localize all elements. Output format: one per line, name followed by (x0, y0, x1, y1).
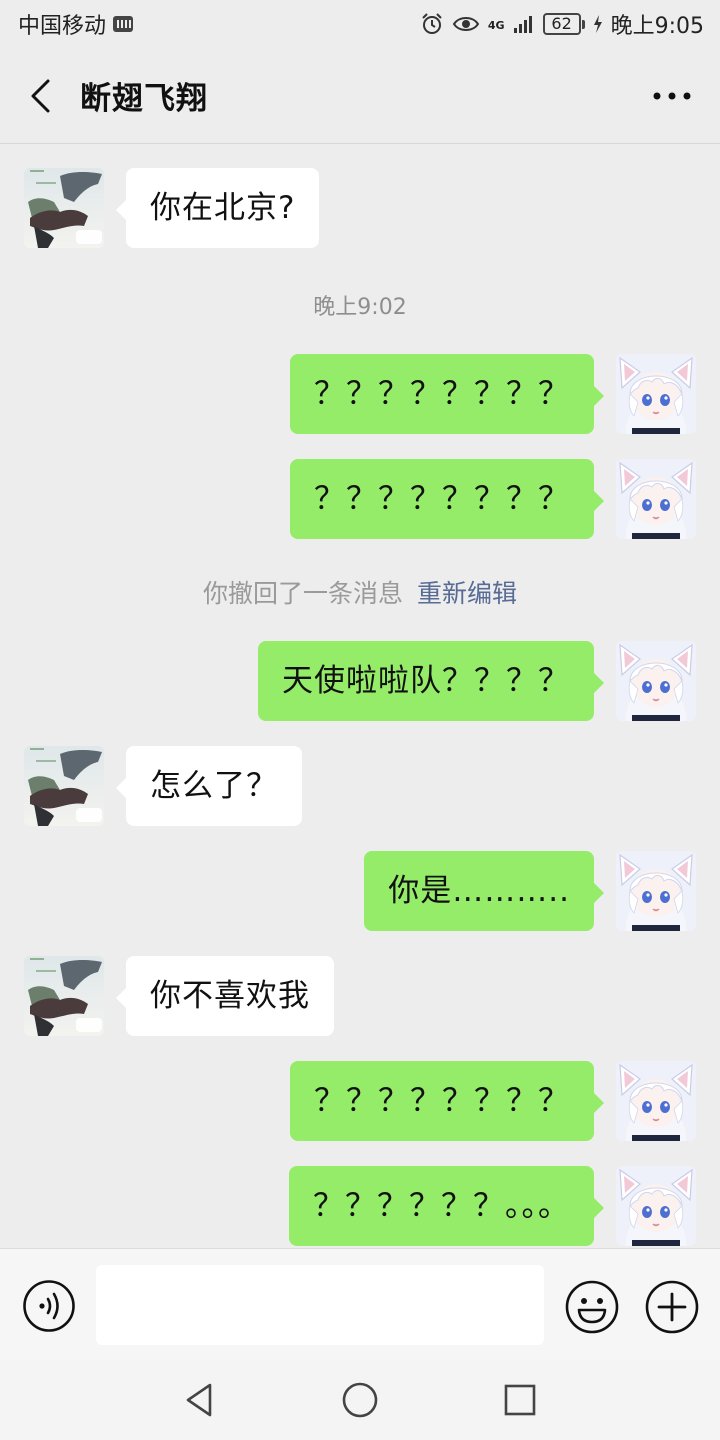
message-bubble[interactable]: 你是……….. (364, 851, 604, 931)
my-avatar[interactable] (616, 1061, 696, 1141)
status-bar: 中国移动 4G 62 晚上9:05 (0, 0, 720, 48)
recall-text: 你撤回了一条消息 (202, 579, 403, 608)
signal-icon (513, 16, 532, 33)
status-left: 中国移动 (18, 8, 134, 40)
contact-avatar[interactable] (24, 956, 104, 1036)
battery-indicator: 62 (542, 13, 585, 35)
message-sent: 天使啦啦队？？？？ (0, 641, 720, 723)
emoji-button[interactable] (564, 1279, 620, 1335)
contact-avatar[interactable] (24, 168, 104, 248)
battery-tip (581, 19, 585, 29)
my-avatar[interactable] (616, 354, 696, 434)
status-right: 4G 62 晚上9:05 (420, 8, 704, 40)
plus-icon (645, 1280, 699, 1334)
nav-home-button[interactable] (340, 1380, 380, 1420)
message-sent: ？？？？？？？？ (0, 1061, 720, 1143)
message-bubble[interactable]: 怎么了？ (116, 746, 302, 826)
message-bubble[interactable]: ？？？？？？。。。 (289, 1166, 604, 1246)
message-received: 你在北京? (0, 168, 720, 250)
carrier-name: 中国移动 (18, 14, 107, 39)
message-bubble[interactable]: 天使啦啦队？？？？ (258, 641, 604, 721)
network-type: 4G (487, 19, 505, 32)
chat-header: 断翅飞翔 (0, 48, 720, 144)
charging-icon (593, 15, 602, 33)
message-bubble[interactable]: 你不喜欢我 (116, 956, 334, 1036)
message-sent: ？？？？？？？？ (0, 354, 720, 436)
chat-title: 断翅飞翔 (80, 81, 208, 117)
nav-back-button[interactable] (180, 1380, 220, 1420)
reedit-link[interactable]: 重新编辑 (417, 579, 517, 608)
nav-recents-icon (504, 1384, 536, 1416)
my-avatar[interactable] (616, 1166, 696, 1246)
nav-recents-button[interactable] (500, 1380, 540, 1420)
chevron-left-icon (31, 79, 50, 112)
more-functions-button[interactable] (644, 1279, 700, 1335)
message-received: 你不喜欢我 (0, 956, 720, 1038)
message-bubble[interactable]: ？？？？？？？？ (290, 1061, 604, 1141)
message-received: 怎么了？ (0, 746, 720, 828)
message-timestamp: 晚上9:02 (313, 295, 407, 320)
recall-notice: 你撤回了一条消息 重新编辑 (0, 574, 720, 610)
battery-level: 62 (542, 13, 581, 35)
message-bubble[interactable]: ？？？？？？？？ (290, 459, 604, 539)
voice-input-button[interactable] (22, 1279, 76, 1333)
message-sent: ？？？？？？。。。 (0, 1166, 720, 1248)
message-sent: 你是……….. (0, 851, 720, 933)
my-avatar[interactable] (616, 459, 696, 539)
alarm-icon (422, 13, 442, 34)
message-input[interactable] (96, 1265, 544, 1345)
nav-back-icon (186, 1383, 212, 1417)
contact-avatar[interactable] (24, 746, 104, 826)
voice-icon (23, 1280, 75, 1332)
system-nav-bar (0, 1360, 720, 1440)
message-bubble[interactable]: 你在北京? (115, 168, 320, 248)
eye-icon (452, 17, 480, 31)
status-time: 晚上9:05 (610, 14, 704, 39)
message-sent: ？？？？？？？？ (0, 459, 720, 541)
message-bubble[interactable]: ？？？？？？？？ (290, 354, 604, 434)
nav-home-icon (342, 1382, 378, 1418)
more-dots-icon (653, 92, 691, 100)
my-avatar[interactable] (616, 851, 696, 931)
back-button[interactable] (0, 48, 80, 144)
sim-card-icon (113, 16, 134, 32)
more-options-button[interactable] (648, 72, 696, 120)
my-avatar[interactable] (616, 641, 696, 721)
chat-area[interactable]: 你在北京? 晚上9:02 ？？？？？？？？ ？？？？？？？？ 你撤回了一条消息重… (0, 145, 720, 1248)
emoji-icon (565, 1280, 619, 1334)
input-bar (0, 1248, 720, 1360)
